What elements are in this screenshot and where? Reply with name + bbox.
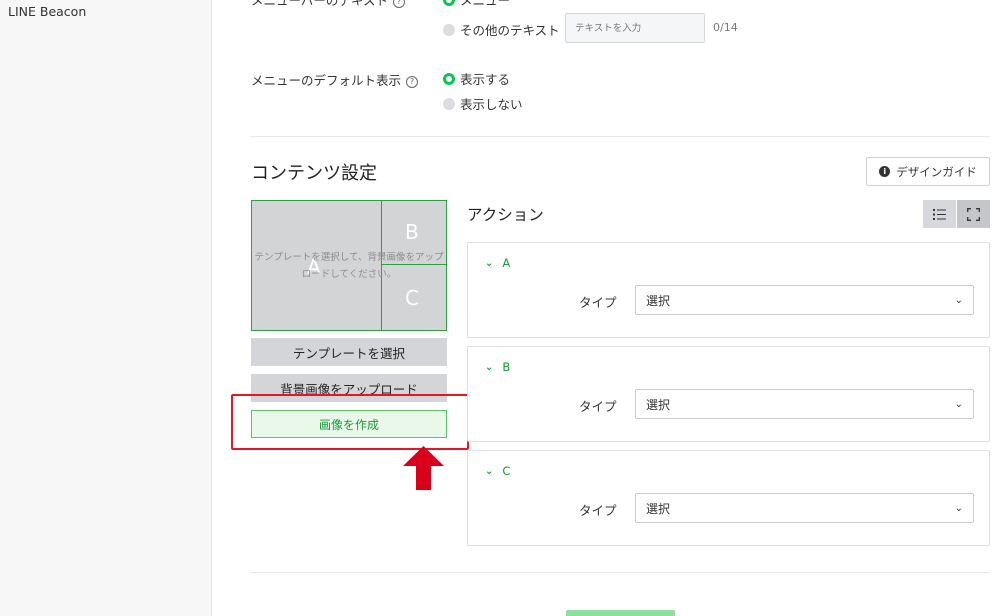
area-b-label: B — [405, 220, 419, 244]
type-select[interactable]: 選択 ⌄ — [635, 389, 974, 419]
radio-selected-icon — [443, 72, 455, 85]
type-label: タイプ — [579, 503, 617, 518]
expand-icon — [967, 207, 980, 221]
sidebar-item-line-beacon[interactable]: LINE Beacon — [8, 4, 86, 19]
type-label: タイプ — [579, 399, 617, 414]
content-settings-title: コンテンツ設定 — [251, 163, 377, 184]
chevron-down-icon: ⌄ — [954, 398, 963, 410]
view-toggle — [923, 200, 990, 228]
radio-show[interactable]: 表示する — [443, 69, 510, 88]
radio-menu[interactable]: メニュー — [443, 0, 510, 9]
chevron-down-icon: ⌄ — [485, 465, 494, 477]
save-button[interactable] — [566, 610, 675, 616]
template-preview[interactable]: A B C テンプレートを選択して、背景画像をアップロードしてください。 — [251, 200, 447, 331]
action-card-c: ⌄ C タイプ 選択 ⌄ — [467, 450, 990, 546]
help-icon[interactable]: ? — [406, 76, 419, 88]
menu-bar-text-label: メニューバーのテキスト? — [251, 0, 406, 9]
select-template-button[interactable]: テンプレートを選択 — [251, 338, 447, 366]
section-divider — [250, 572, 990, 573]
expand-view-button[interactable] — [957, 200, 990, 228]
action-card-header[interactable]: ⌄ C — [485, 464, 510, 478]
action-card-header[interactable]: ⌄ B — [485, 360, 510, 374]
action-card-b: ⌄ B タイプ 選択 ⌄ — [467, 346, 990, 442]
arrow-up-icon — [403, 446, 444, 490]
info-icon: i — [879, 166, 891, 177]
section-divider — [250, 136, 990, 137]
radio-other-text[interactable]: その他のテキスト — [443, 20, 560, 39]
chevron-down-icon: ⌄ — [954, 294, 963, 306]
design-guide-button[interactable]: i デザインガイド — [866, 157, 990, 186]
chevron-down-icon: ⌄ — [954, 502, 963, 514]
chevron-down-icon: ⌄ — [485, 257, 494, 269]
area-c-label: C — [405, 286, 419, 310]
menu-text-input[interactable] — [565, 13, 705, 43]
help-icon[interactable]: ? — [393, 0, 406, 8]
radio-selected-icon — [443, 0, 455, 6]
highlight-annotation — [231, 394, 469, 450]
char-counter: 0/14 — [713, 21, 738, 34]
list-view-button[interactable] — [923, 200, 956, 228]
action-card-a: ⌄ A タイプ 選択 ⌄ — [467, 242, 990, 338]
radio-unselected-icon — [443, 97, 455, 110]
sidebar: LINE Beacon — [0, 0, 212, 616]
menu-default-label: メニューのデフォルト表示? — [251, 70, 419, 89]
type-select[interactable]: 選択 ⌄ — [635, 493, 974, 523]
radio-hide[interactable]: 表示しない — [443, 94, 523, 113]
list-icon — [933, 208, 946, 220]
type-label: タイプ — [579, 295, 617, 310]
action-card-header[interactable]: ⌄ A — [485, 256, 510, 270]
preview-hint: テンプレートを選択して、背景画像をアップロードしてください。 — [254, 252, 444, 280]
type-select[interactable]: 選択 ⌄ — [635, 285, 974, 315]
chevron-down-icon: ⌄ — [485, 361, 494, 373]
radio-unselected-icon — [443, 23, 455, 36]
actions-title: アクション — [467, 206, 544, 224]
